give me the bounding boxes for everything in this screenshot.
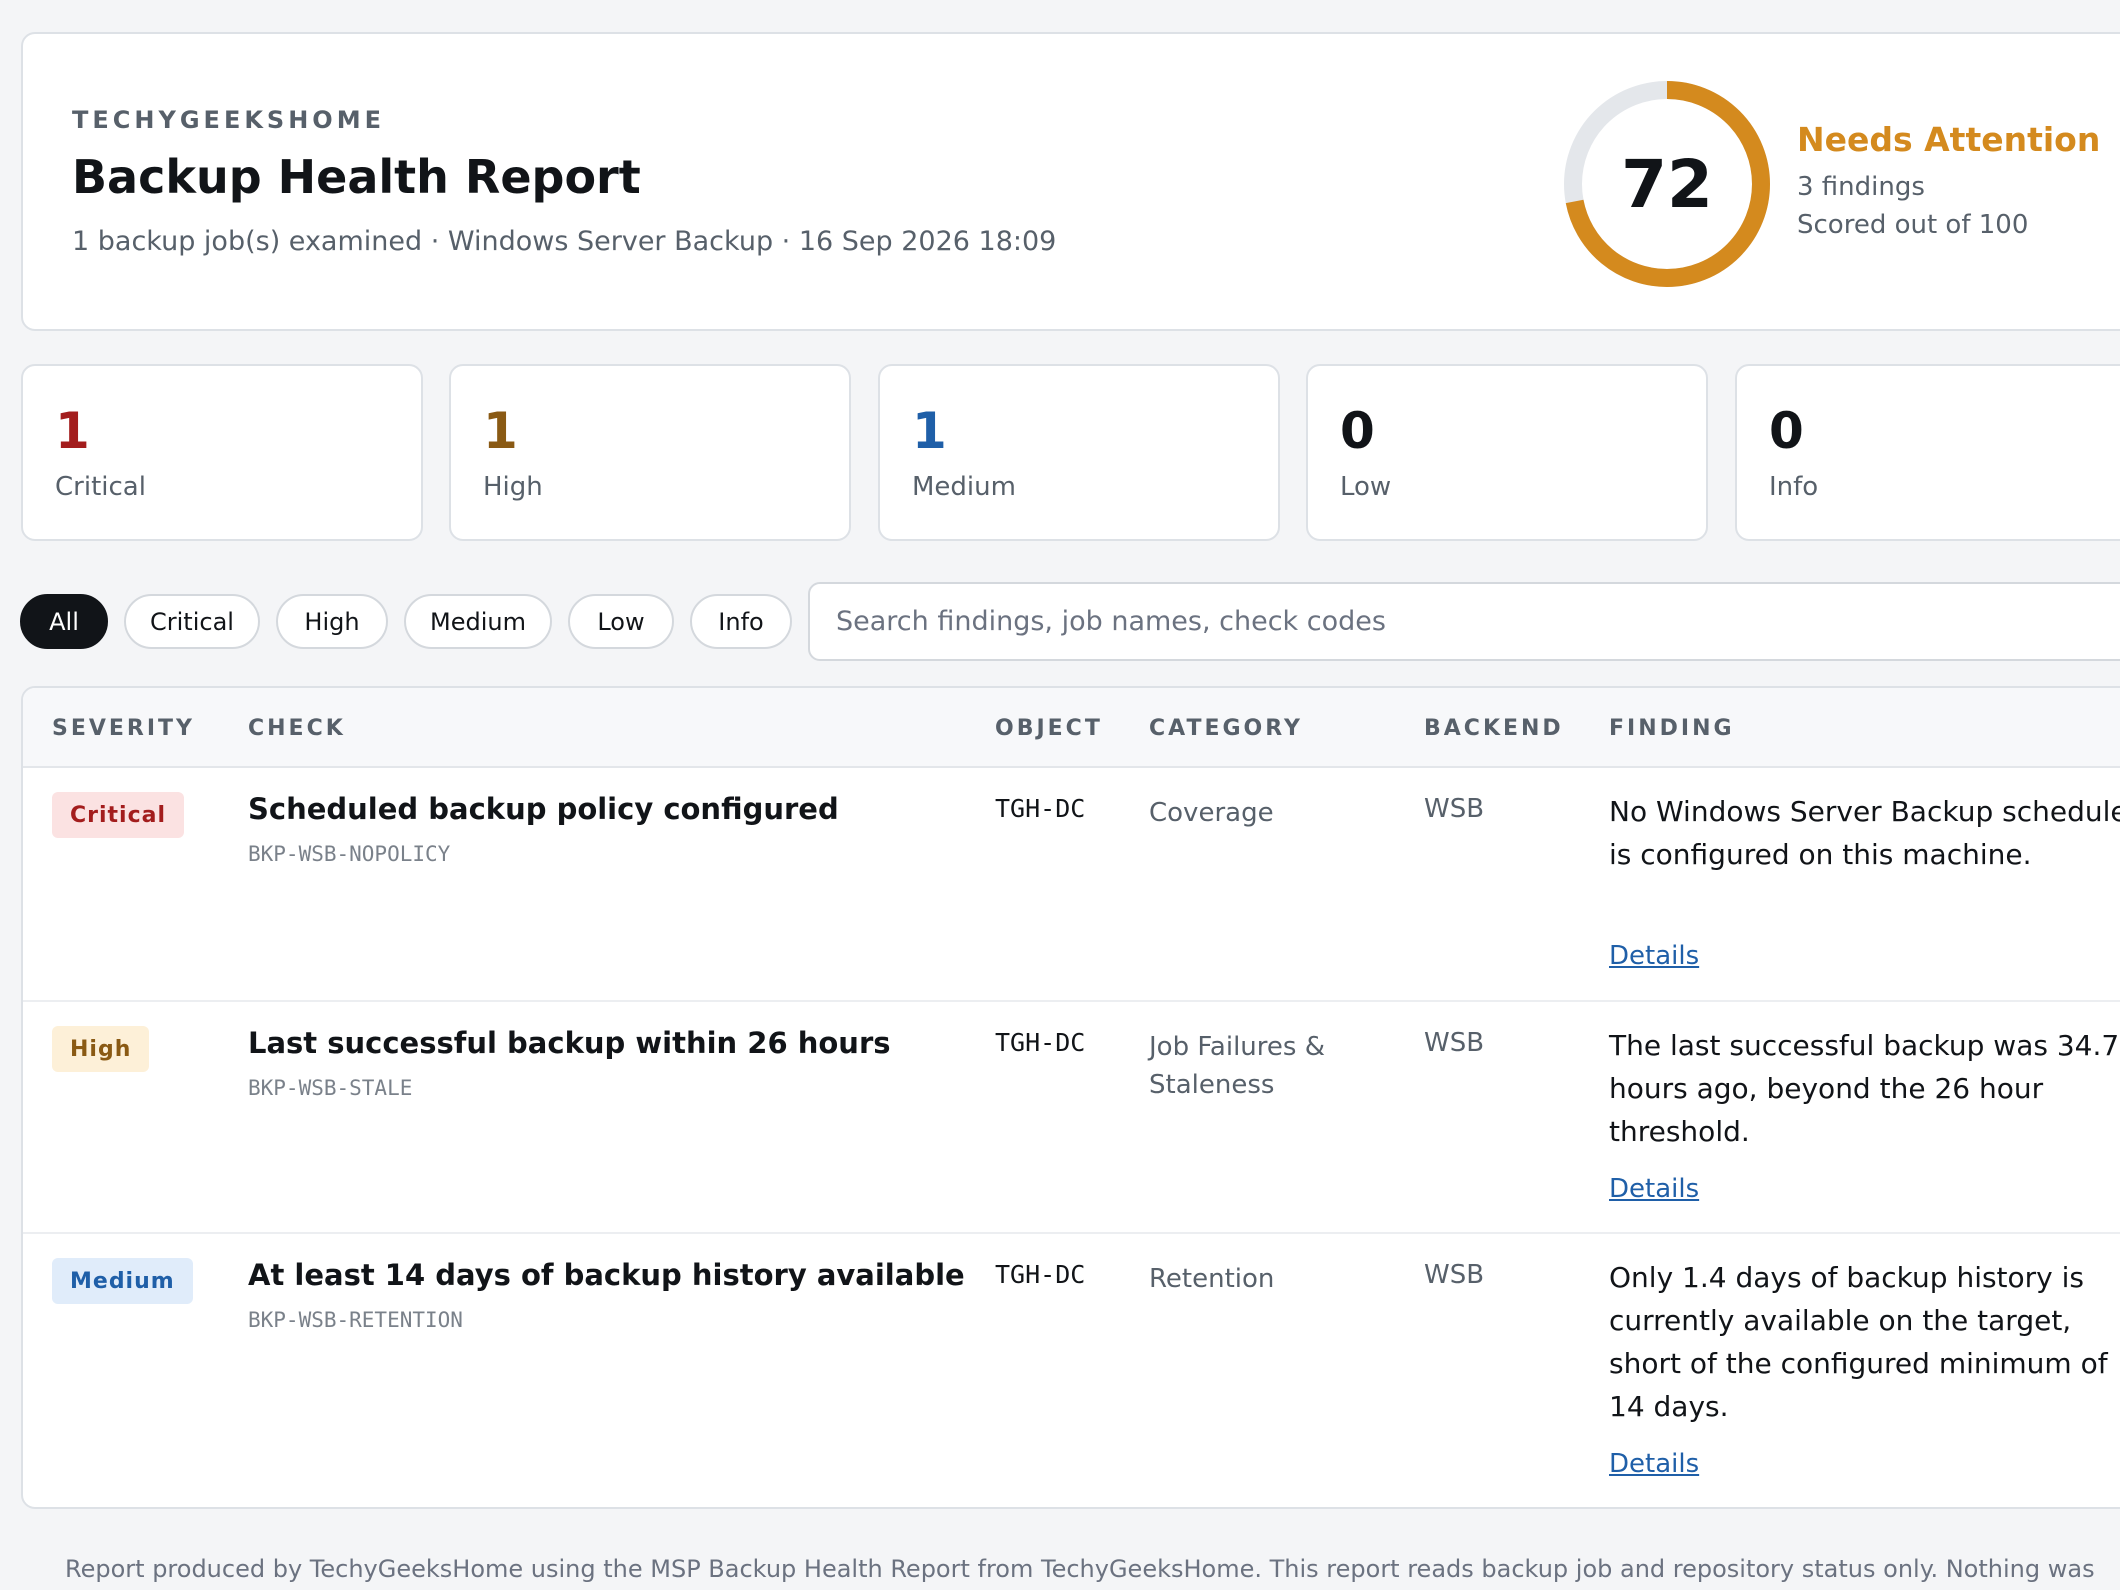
status-label: Needs Attention [1797, 120, 2101, 159]
info-label: Info [1769, 472, 1819, 502]
column-severity: SEVERITY [52, 716, 195, 741]
critical-count: 1 [55, 402, 90, 460]
medium-label: Medium [912, 472, 1016, 502]
score-scale: Scored out of 100 [1797, 210, 2029, 240]
table-row: Critical Scheduled backup policy configu… [23, 768, 2120, 1002]
summary-tile-high: 1 High [449, 364, 851, 541]
check-code: BKP-WSB-RETENTION [248, 1308, 463, 1332]
summary-tile-low: 0 Low [1306, 364, 1708, 541]
details-link[interactable]: Details [1609, 1449, 1699, 1479]
check-code: BKP-WSB-STALE [248, 1076, 413, 1100]
filter-high[interactable]: High [276, 594, 388, 649]
filter-medium[interactable]: Medium [404, 594, 552, 649]
filter-all[interactable]: All [20, 594, 108, 649]
check-title: Last successful backup within 26 hours [248, 1026, 891, 1060]
check-title: At least 14 days of backup history avail… [248, 1258, 965, 1292]
severity-badge: Medium [52, 1258, 193, 1304]
filter-low[interactable]: Low [568, 594, 674, 649]
table-row: Medium At least 14 days of backup histor… [23, 1234, 2120, 1507]
details-link[interactable]: Details [1609, 941, 1699, 971]
details-link[interactable]: Details [1609, 1174, 1699, 1204]
low-label: Low [1340, 472, 1392, 502]
severity-badge: Critical [52, 792, 185, 838]
severity-badge: High [52, 1026, 150, 1072]
filter-critical[interactable]: Critical [124, 594, 260, 649]
brand-name: TECHYGEEKSHOME [72, 106, 385, 134]
filter-info[interactable]: Info [690, 594, 792, 649]
info-count: 0 [1769, 402, 1804, 460]
critical-label: Critical [55, 472, 146, 502]
category: Retention [1149, 1264, 1275, 1294]
finding-text: No Windows Server Backup schedule is con… [1609, 795, 2120, 871]
score-gauge: 72 [1557, 74, 1777, 294]
high-count: 1 [483, 402, 518, 460]
high-label: High [483, 472, 543, 502]
summary-tile-medium: 1 Medium [878, 364, 1280, 541]
check-code: BKP-WSB-NOPOLICY [248, 842, 451, 866]
category: Coverage [1149, 798, 1274, 828]
search-input[interactable] [808, 582, 2120, 661]
category: Job Failures & Staleness [1149, 1032, 1325, 1100]
object-name: TGH-DC [995, 794, 1086, 823]
report-header: TECHYGEEKSHOME Backup Health Report 1 ba… [21, 32, 2120, 331]
backend: WSB [1424, 1028, 1485, 1058]
column-finding: FINDING [1609, 716, 1735, 741]
findings-count: 3 findings [1797, 172, 1925, 202]
column-backend: BACKEND [1424, 716, 1564, 741]
health-score: 72 [1621, 145, 1713, 223]
backend: WSB [1424, 1260, 1485, 1290]
column-category: CATEGORY [1149, 716, 1303, 741]
low-count: 0 [1340, 402, 1375, 460]
report-subtitle: 1 backup job(s) examined · Windows Serve… [72, 226, 1057, 257]
medium-count: 1 [912, 402, 947, 460]
findings-table: SEVERITY CHECK OBJECT CATEGORY BACKEND F… [21, 686, 2120, 1509]
object-name: TGH-DC [995, 1028, 1086, 1057]
report-footer: Report produced by TechyGeeksHome using … [65, 1555, 2095, 1583]
table-row: High Last successful backup within 26 ho… [23, 1002, 2120, 1234]
table-header: SEVERITY CHECK OBJECT CATEGORY BACKEND F… [23, 688, 2120, 768]
page-title: Backup Health Report [72, 150, 641, 204]
column-object: OBJECT [995, 716, 1103, 741]
column-check: CHECK [248, 716, 346, 741]
summary-tile-critical: 1 Critical [21, 364, 423, 541]
finding-text: Only 1.4 days of backup history is curre… [1609, 1261, 2108, 1423]
summary-tile-info: 0 Info [1735, 364, 2120, 541]
backend: WSB [1424, 794, 1485, 824]
finding-text: The last successful backup was 34.7 hour… [1609, 1029, 2120, 1148]
object-name: TGH-DC [995, 1260, 1086, 1289]
check-title: Scheduled backup policy configured [248, 792, 839, 826]
